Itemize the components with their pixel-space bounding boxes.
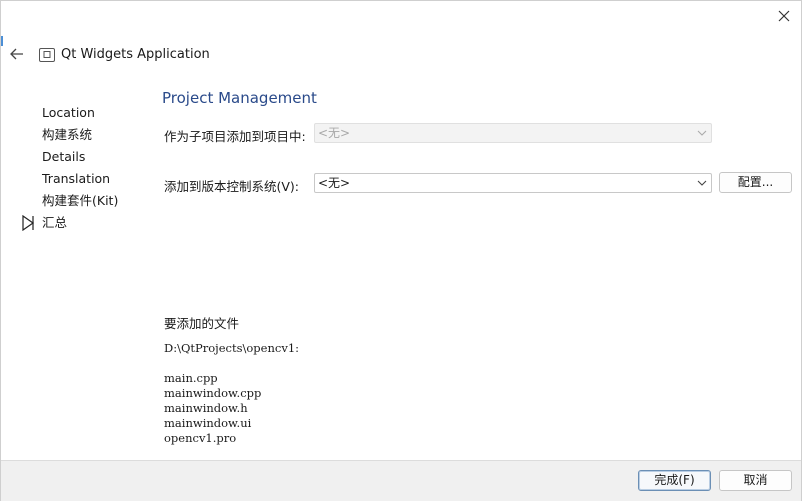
back-button[interactable] [7, 44, 27, 64]
sidebar-item-build-system: 构建系统 [42, 127, 93, 142]
chevron-down-icon [697, 180, 707, 186]
configure-button[interactable]: 配置... [719, 172, 792, 193]
subproject-label: 作为子项目添加到项目中: [164, 129, 306, 144]
triangle-right-icon [22, 215, 35, 231]
close-button[interactable] [771, 3, 797, 29]
vcs-combo[interactable]: <无> [314, 173, 712, 193]
finish-button[interactable]: 完成(F) [638, 470, 711, 491]
subproject-combo-value: <无> [318, 126, 351, 140]
wizard-title: Qt Widgets Application [61, 47, 210, 62]
file-item-mainwindow-ui: mainwindow.ui [164, 416, 252, 430]
vcs-combo-value: <无> [318, 176, 351, 190]
sidebar-item-translation: Translation [42, 171, 111, 186]
cancel-button[interactable]: 取消 [719, 470, 792, 491]
sidebar-item-location: Location [42, 105, 95, 120]
sidebar-item-kit: 构建套件(Kit) [42, 193, 119, 208]
vcs-label: 添加到版本控制系统(V): [164, 179, 300, 194]
files-directory: D:\QtProjects\opencv1: [164, 341, 300, 355]
wizard-window: Qt Widgets Application Location 构建系统 Det… [0, 0, 802, 501]
subproject-combo: <无> [314, 123, 712, 143]
arrow-left-icon [10, 48, 23, 60]
file-item-mainwindow-cpp: mainwindow.cpp [164, 386, 262, 400]
app-window-icon [39, 48, 55, 62]
files-heading: 要添加的文件 [164, 316, 240, 331]
sidebar-item-summary: 汇总 [42, 215, 68, 230]
sidebar-item-details: Details [42, 149, 86, 164]
close-icon [778, 10, 790, 22]
page-title: Project Management [162, 89, 317, 107]
file-item-opencv1-pro: opencv1.pro [164, 431, 237, 445]
chevron-down-icon [697, 130, 707, 136]
wizard-footer: 完成(F) 取消 [1, 460, 801, 501]
file-item-main-cpp: main.cpp [164, 371, 218, 385]
wizard-header: Qt Widgets Application [1, 41, 801, 69]
file-item-mainwindow-h: mainwindow.h [164, 401, 248, 415]
